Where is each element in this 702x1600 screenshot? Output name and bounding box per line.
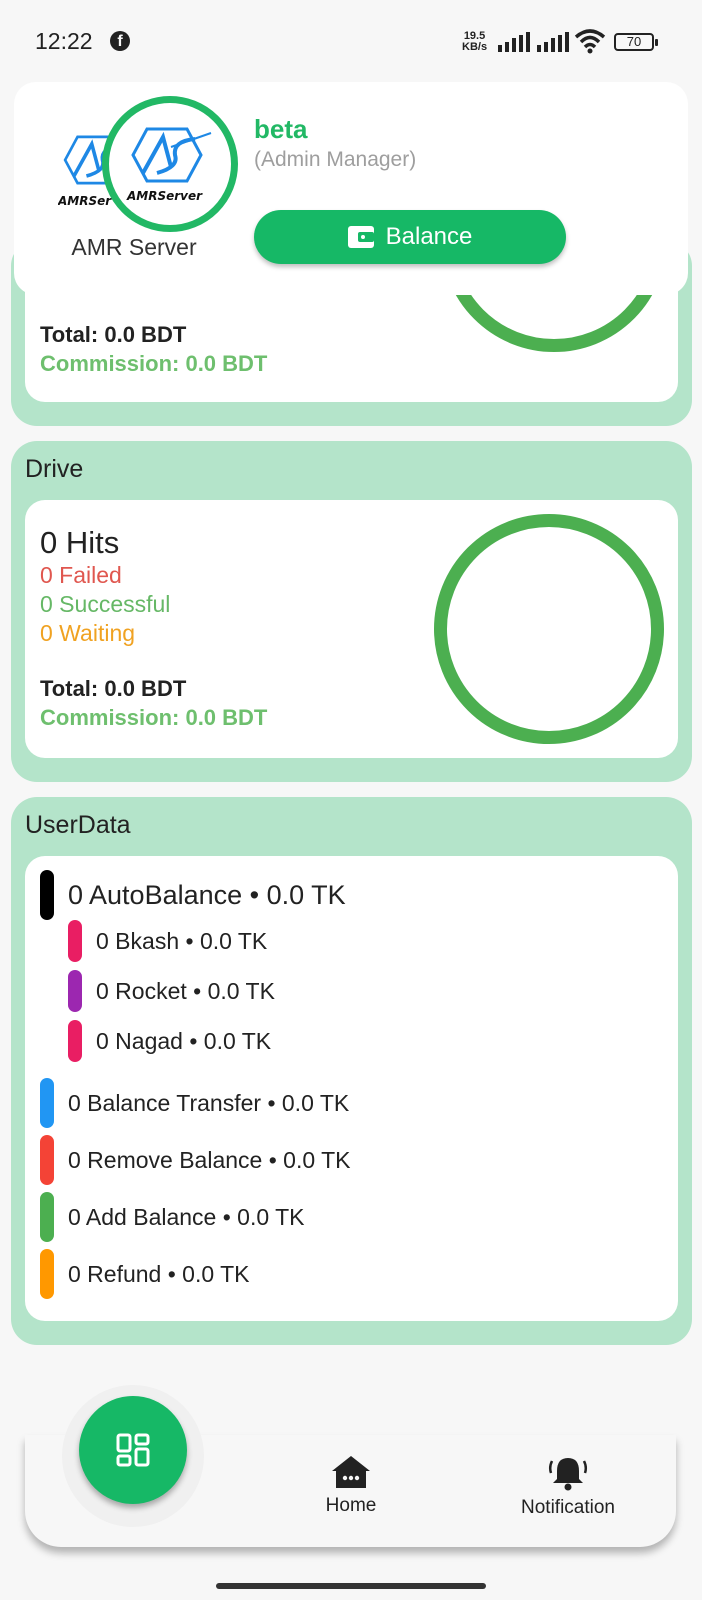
userdata-row-nagad: 0 Nagad • 0.0 TK xyxy=(68,1020,271,1062)
userdata-row-bkash: 0 Bkash • 0.0 TK xyxy=(68,920,267,962)
status-bar: 12:22 f 19.5 KB/s 70 xyxy=(0,0,702,84)
userdata-title: UserData xyxy=(25,811,131,839)
nav-notification[interactable]: Notification xyxy=(488,1455,648,1519)
refund-label: 0 Refund • 0.0 TK xyxy=(68,1260,250,1287)
drive-failed: 0 Failed xyxy=(40,562,122,588)
userdata-card: 0 AutoBalance • 0.0 TK 0 Bkash • 0.0 TK … xyxy=(25,856,678,1321)
balance-button[interactable]: Balance xyxy=(254,210,566,264)
drive-total: Total: 0.0 BDT xyxy=(40,676,187,701)
profile-header: AMRSer AMRServer AMR Server beta (Admin … xyxy=(14,82,688,295)
rocket-label: 0 Rocket • 0.0 TK xyxy=(96,977,275,1004)
logo-wordmark-back: AMRSer xyxy=(58,194,112,208)
app-logo: AMRServer xyxy=(102,96,238,232)
add-balance-color-bar xyxy=(40,1192,54,1242)
home-icon xyxy=(332,1456,370,1488)
summary-commission: Commission: 0.0 BDT xyxy=(40,351,268,376)
drive-successful: 0 Successful xyxy=(40,591,171,617)
nav-home[interactable]: Home xyxy=(271,1455,431,1517)
remove-balance-color-bar xyxy=(40,1135,54,1185)
app-name: AMR Server xyxy=(71,234,197,260)
notification-bell-icon xyxy=(548,1458,588,1491)
userdata-row-balance-transfer: 0 Balance Transfer • 0.0 TK xyxy=(40,1078,349,1128)
userdata-row-rocket: 0 Rocket • 0.0 TK xyxy=(68,970,275,1012)
add-balance-label: 0 Add Balance • 0.0 TK xyxy=(68,1203,305,1230)
section-drive: Drive 0 Hits 0 Failed 0 Successful 0 Wai… xyxy=(11,441,692,782)
facebook-icon: f xyxy=(110,31,130,51)
balance-transfer-label: 0 Balance Transfer • 0.0 TK xyxy=(68,1089,350,1116)
user-name: beta xyxy=(254,114,308,144)
dashboard-fab-button[interactable] xyxy=(79,1396,187,1504)
signal-icon-2 xyxy=(537,32,569,52)
userdata-row-remove-balance: 0 Remove Balance • 0.0 TK xyxy=(40,1135,351,1185)
wifi-icon xyxy=(574,29,606,54)
userdata-row-add-balance: 0 Add Balance • 0.0 TK xyxy=(40,1192,305,1242)
nav-notification-label: Notification xyxy=(521,1497,615,1518)
nav-home-label: Home xyxy=(325,1495,377,1516)
autobalance-label: 0 AutoBalance • 0.0 TK xyxy=(68,879,346,910)
summary-total: Total: 0.0 BDT xyxy=(40,322,187,347)
bkash-label: 0 Bkash • 0.0 TK xyxy=(96,927,268,954)
nagad-color-bar xyxy=(68,1020,82,1062)
user-role: (Admin Manager) xyxy=(254,148,417,171)
userdata-row-autobalance: 0 AutoBalance • 0.0 TK xyxy=(40,870,346,920)
autobalance-color-bar xyxy=(40,870,54,920)
dashboard-icon xyxy=(116,1433,150,1467)
drive-commission: Commission: 0.0 BDT xyxy=(40,705,268,730)
drive-waiting: 0 Waiting xyxy=(40,620,136,646)
rocket-color-bar xyxy=(68,970,82,1012)
logo-wordmark: AMRServer xyxy=(127,189,203,203)
remove-balance-label: 0 Remove Balance • 0.0 TK xyxy=(68,1146,351,1173)
balance-button-label: Balance xyxy=(385,223,473,250)
nagad-label: 0 Nagad • 0.0 TK xyxy=(96,1027,272,1054)
drive-title: Drive xyxy=(25,455,84,483)
section-userdata: UserData 0 AutoBalance • 0.0 TK 0 Bkash … xyxy=(11,797,692,1345)
network-speed: 19.5 KB/s xyxy=(462,31,487,53)
bkash-color-bar xyxy=(68,920,82,962)
refund-color-bar xyxy=(40,1249,54,1299)
battery-indicator: 70 xyxy=(614,33,658,51)
userdata-row-refund: 0 Refund • 0.0 TK xyxy=(40,1249,250,1299)
drive-hits: 0 Hits xyxy=(40,525,120,560)
signal-icon xyxy=(498,32,530,52)
drive-card: 0 Hits 0 Failed 0 Successful 0 Waiting T… xyxy=(25,500,678,758)
network-speed-unit: KB/s xyxy=(462,41,488,53)
drive-ring-chart xyxy=(434,514,664,744)
status-time: 12:22 xyxy=(35,28,93,54)
wallet-icon xyxy=(347,226,374,248)
balance-transfer-color-bar xyxy=(40,1078,54,1128)
logo-mark-icon xyxy=(131,127,212,183)
system-home-indicator[interactable] xyxy=(216,1583,486,1589)
